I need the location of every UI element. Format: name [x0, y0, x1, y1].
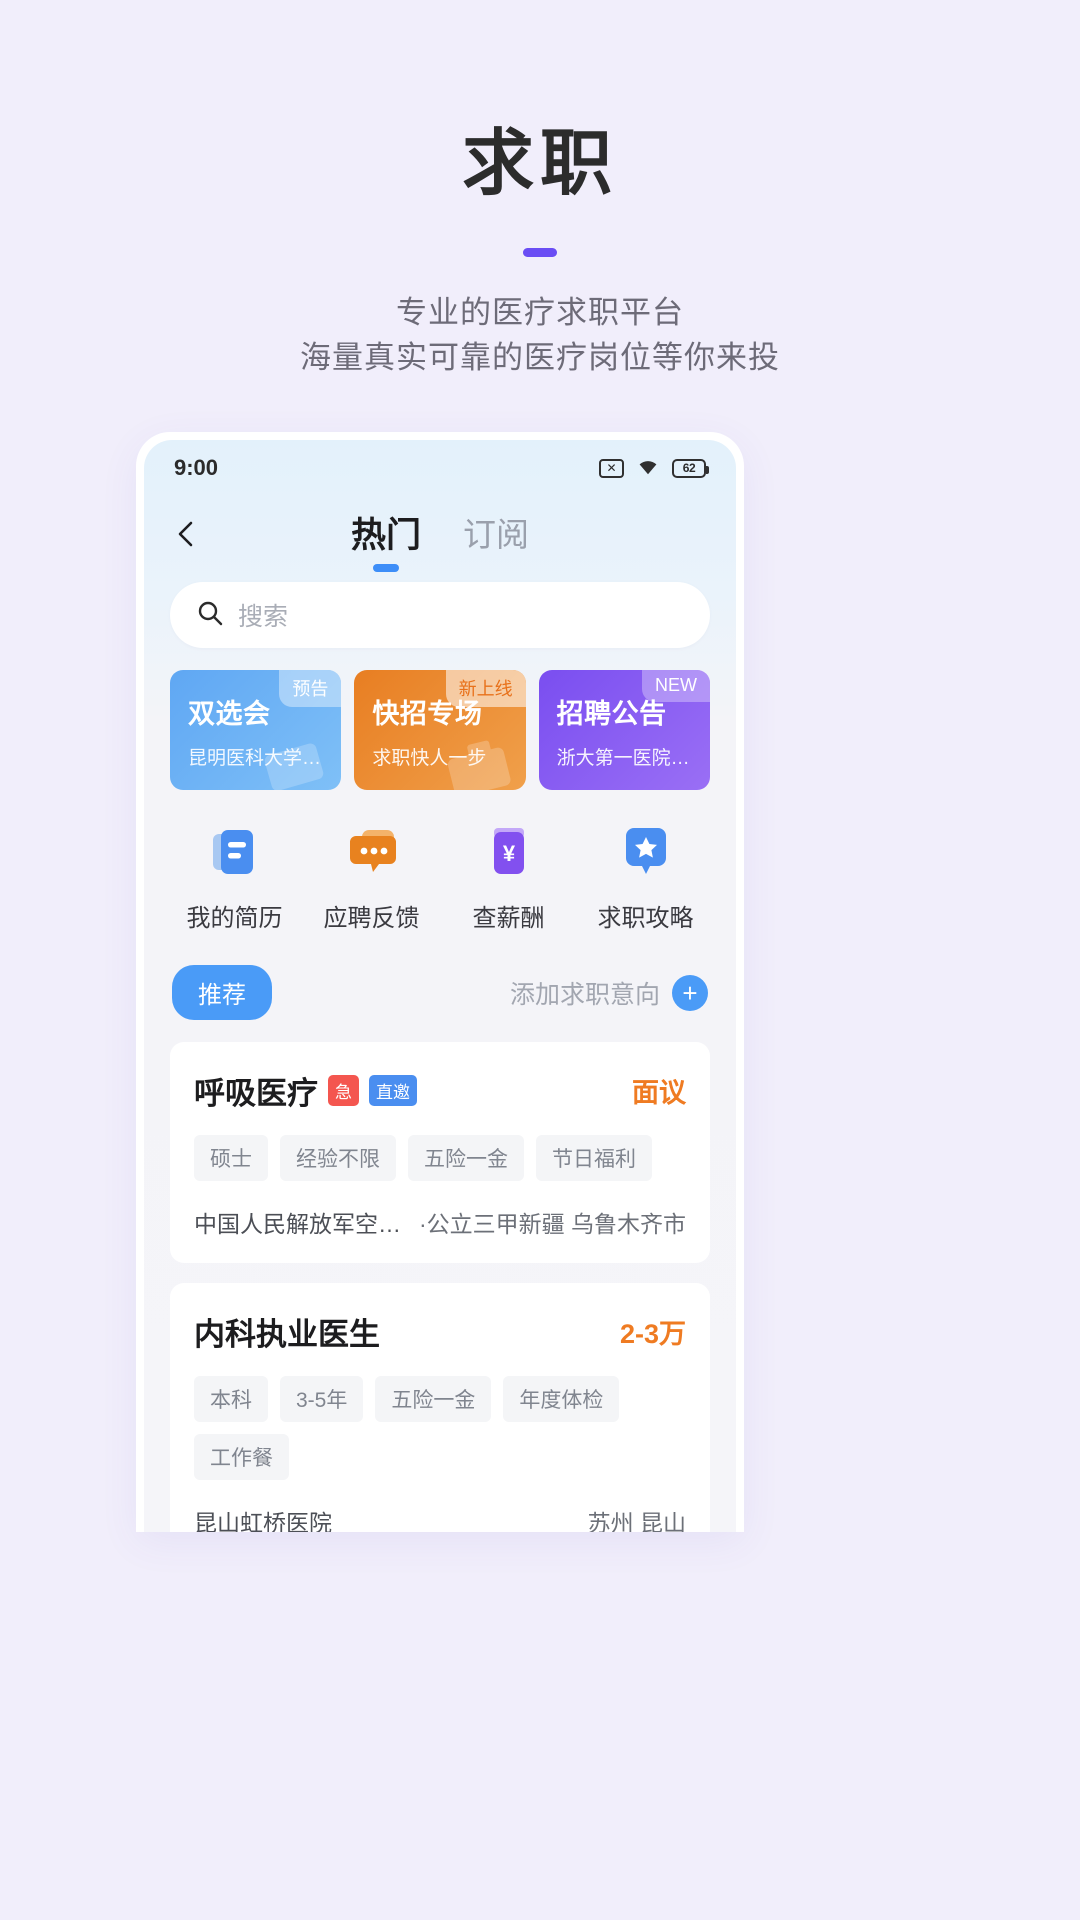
banner-card-gonggao[interactable]: NEW 招聘公告 浙大第一医院招...	[538, 670, 710, 790]
hero-section: 求职 专业的医疗求职平台 海量真实可靠的医疗岗位等你来投	[0, 0, 1080, 381]
job-location: 苏州 昆山	[587, 1510, 686, 1532]
quick-action-label: 查薪酬	[472, 905, 545, 932]
hero-subtitle: 专业的医疗求职平台 海量真实可靠的医疗岗位等你来投	[0, 291, 1080, 381]
job-tags: 硕士 经验不限 五险一金 节日福利	[194, 1135, 686, 1181]
hero-subtitle-line1: 专业的医疗求职平台	[396, 295, 684, 330]
job-tag: 3-5年	[280, 1376, 364, 1422]
banner-decoration-icon	[265, 743, 324, 790]
briefcase-decoration-icon	[447, 740, 511, 790]
job-company-group: 昆山虹桥医院	[194, 1504, 332, 1532]
quick-action-feedback[interactable]: 应聘反馈	[303, 824, 440, 933]
job-company: 中国人民解放军空军特色医...	[194, 1211, 403, 1237]
tab-subscribe-label: 订阅	[463, 516, 529, 553]
job-tag: 五险一金	[408, 1135, 524, 1181]
status-bar: 9:00 ✕ 62	[144, 440, 736, 496]
tab-active-underline	[372, 563, 399, 572]
job-badge-direct: 直邀	[369, 1075, 417, 1106]
phone-screen: 9:00 ✕ 62 热门 订阅 搜索 预告 双选会 昆明医科 新上线 快招专场 …	[144, 440, 736, 1532]
page-title: 求职	[461, 124, 618, 204]
star-badge-icon	[618, 824, 674, 880]
job-tags: 本科 3-5年 五险一金 年度体检 工作餐	[194, 1376, 686, 1480]
banner-carousel: 预告 双选会 昆明医科大学中医院 新上线 快招专场 求职快人一步 NEW 招聘公…	[144, 648, 736, 790]
job-header: 内科执业医生 2-3万	[194, 1309, 686, 1354]
banner-tag: 新上线	[445, 670, 526, 707]
job-tag: 工作餐	[194, 1434, 289, 1480]
banner-tag: 预告	[279, 670, 342, 707]
job-title: 呼吸医疗	[194, 1076, 318, 1111]
quick-action-label: 我的简历	[186, 905, 283, 932]
job-company-group: 中国人民解放军空军特色医... ·公立三甲	[194, 1205, 519, 1239]
filter-chip-recommended[interactable]: 推荐	[172, 965, 272, 1020]
status-time: 9:00	[174, 455, 219, 480]
job-header: 呼吸医疗 急 直邀 面议	[194, 1068, 686, 1113]
search-placeholder: 搜索	[238, 603, 289, 631]
quick-action-label: 求职攻略	[597, 905, 694, 932]
banner-subtitle: 浙大第一医院招...	[556, 748, 692, 769]
tab-hot[interactable]: 热门	[350, 507, 421, 572]
job-title-group: 呼吸医疗 急 直邀	[194, 1068, 417, 1113]
search-input[interactable]: 搜索	[170, 582, 710, 648]
job-company: 昆山虹桥医院	[194, 1510, 332, 1532]
job-tag: 硕士	[194, 1135, 268, 1181]
tab-subscribe[interactable]: 订阅	[463, 508, 529, 560]
add-job-intent[interactable]: 添加求职意向 +	[509, 974, 708, 1011]
quick-action-my-resume[interactable]: 我的简历	[166, 824, 303, 933]
chat-bubble-icon	[344, 824, 400, 880]
job-footer: 昆山虹桥医院 苏州 昆山	[194, 1504, 686, 1532]
job-tag: 五险一金	[375, 1376, 492, 1422]
battery-level: 62	[682, 461, 696, 475]
tab-hot-label: 热门	[350, 515, 421, 555]
job-location: 新疆 乌鲁木齐市	[518, 1211, 686, 1237]
job-tag: 节日福利	[536, 1135, 652, 1181]
resume-icon	[207, 824, 263, 880]
hero-divider	[523, 248, 557, 257]
job-footer: 中国人民解放军空军特色医... ·公立三甲 新疆 乌鲁木齐市	[194, 1205, 686, 1239]
job-title: 内科执业医生	[194, 1317, 380, 1352]
nav-tabs: 热门 订阅	[144, 496, 736, 572]
job-tag: 本科	[194, 1376, 268, 1422]
search-icon	[196, 599, 224, 632]
job-salary: 2-3万	[619, 1319, 686, 1349]
job-badge-urgent: 急	[328, 1075, 359, 1106]
job-title-group: 内科执业医生	[194, 1309, 380, 1354]
job-tag: 经验不限	[280, 1135, 396, 1181]
banner-tag: NEW	[641, 670, 710, 702]
banner-card-shuangxuanhui[interactable]: 预告 双选会 昆明医科大学中医院	[170, 670, 342, 790]
quick-actions-row: 我的简历 应聘反馈 ¥ 查薪酬 求职攻略	[144, 790, 736, 933]
job-tag: 年度体检	[503, 1376, 620, 1422]
battery-icon: 62	[672, 458, 709, 478]
wifi-icon	[635, 455, 661, 481]
add-job-intent-label: 添加求职意向	[509, 980, 660, 1009]
banner-card-kuaizhao[interactable]: 新上线 快招专场 求职快人一步	[354, 670, 526, 790]
quick-action-guide[interactable]: 求职攻略	[577, 824, 714, 933]
job-salary: 面议	[632, 1078, 686, 1108]
no-signal-icon: ✕	[599, 458, 624, 478]
quick-action-salary[interactable]: ¥ 查薪酬	[440, 824, 577, 933]
nav-bar: 热门 订阅	[144, 496, 736, 572]
hero-subtitle-line2: 海量真实可靠的医疗岗位等你来投	[300, 339, 780, 375]
job-card[interactable]: 内科执业医生 2-3万 本科 3-5年 五险一金 年度体检 工作餐 昆山虹桥医院…	[170, 1283, 710, 1532]
plus-icon[interactable]: +	[672, 974, 708, 1011]
svg-text:¥: ¥	[502, 841, 515, 866]
search-section: 搜索	[144, 572, 736, 648]
job-type: ·公立三甲	[418, 1211, 519, 1237]
phone-mockup: 9:00 ✕ 62 热门 订阅 搜索 预告 双选会 昆明医科 新上线 快招专场 …	[136, 432, 744, 1532]
job-list: 呼吸医疗 急 直邀 面议 硕士 经验不限 五险一金 节日福利 中国人民解放军空军…	[144, 1020, 736, 1532]
quick-action-label: 应聘反馈	[323, 905, 420, 932]
status-icons: ✕ 62	[599, 455, 709, 481]
yen-card-icon: ¥	[481, 824, 537, 880]
filter-row: 推荐 添加求职意向 +	[144, 933, 736, 1020]
job-card[interactable]: 呼吸医疗 急 直邀 面议 硕士 经验不限 五险一金 节日福利 中国人民解放军空军…	[170, 1042, 710, 1263]
